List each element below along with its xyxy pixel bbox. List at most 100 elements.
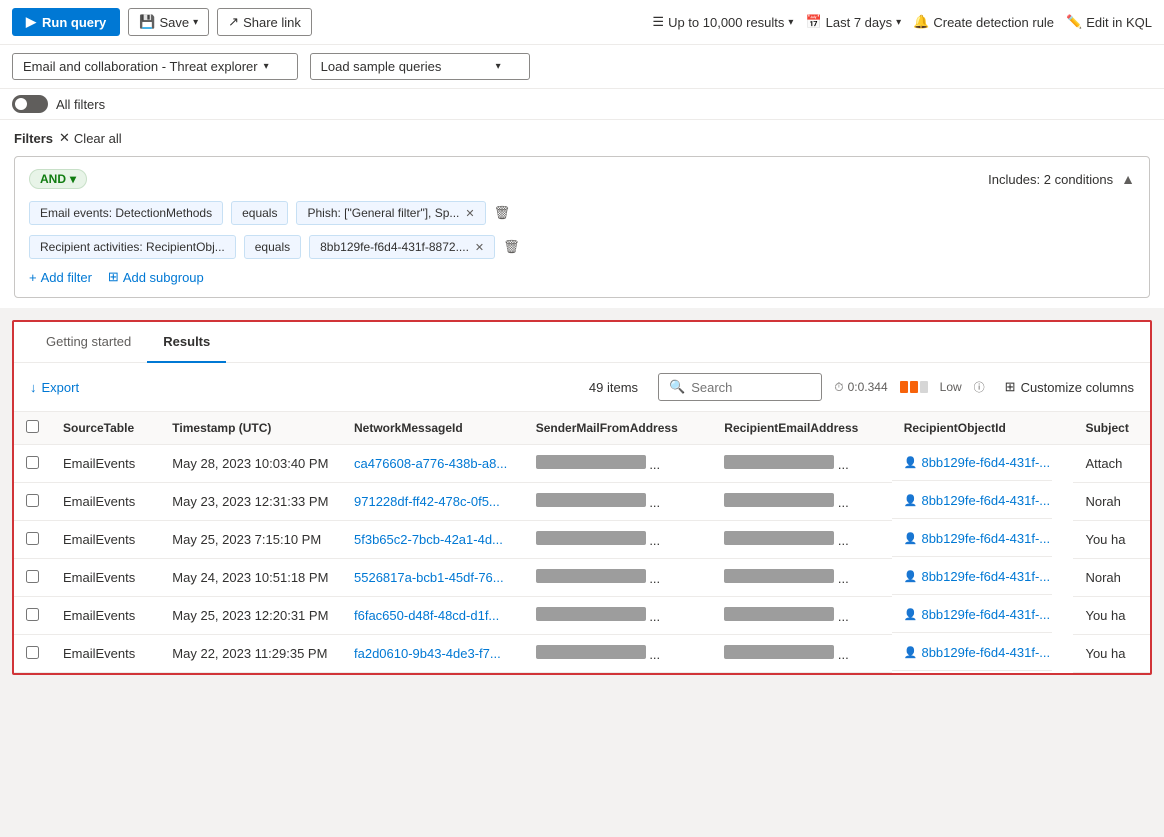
filter-value-2[interactable]: 8bb129fe-f6d4-431f-8872.... ✕ bbox=[309, 235, 495, 259]
cell-timestamp-5: May 22, 2023 11:29:35 PM bbox=[160, 635, 342, 673]
cell-recipient-2: ... bbox=[712, 521, 891, 559]
row-checkbox-2[interactable] bbox=[26, 532, 39, 545]
table-header-row: SourceTable Timestamp (UTC) NetworkMessa… bbox=[14, 412, 1150, 445]
row-checkbox-3[interactable] bbox=[26, 570, 39, 583]
add-subgroup-button[interactable]: ⊞ Add subgroup bbox=[108, 269, 204, 285]
col-recipient-obj: RecipientObjectId bbox=[892, 412, 1074, 445]
tab-results[interactable]: Results bbox=[147, 322, 226, 363]
clear-all-button[interactable]: ✕ Clear all bbox=[59, 130, 122, 146]
add-filter-label: Add filter bbox=[41, 270, 92, 285]
cell-sender-1: ... bbox=[524, 483, 713, 521]
cell-sender-4: ... bbox=[524, 597, 713, 635]
date-range-selector[interactable]: 📅 Last 7 days ▾ bbox=[805, 14, 901, 30]
add-filter-button[interactable]: + Add filter bbox=[29, 270, 92, 285]
filter-field-1[interactable]: Email events: DetectionMethods bbox=[29, 201, 223, 225]
close-icon: ✕ bbox=[59, 130, 70, 146]
filter-group: AND ▾ Includes: 2 conditions ▲ Email eve… bbox=[14, 156, 1150, 298]
run-query-label: Run query bbox=[42, 15, 106, 30]
filter-value-remove-2[interactable]: ✕ bbox=[475, 241, 484, 254]
cell-recipient-obj-1[interactable]: 👤 8bb129fe-f6d4-431f-... bbox=[892, 483, 1052, 519]
filter-value-1[interactable]: Phish: ["General filter"], Sp... ✕ bbox=[296, 201, 485, 225]
cell-recipient-0: ... bbox=[712, 445, 891, 483]
cell-recipient-obj-5[interactable]: 👤 8bb129fe-f6d4-431f-... bbox=[892, 635, 1052, 671]
filter-delete-1[interactable]: 🗑 bbox=[494, 205, 511, 221]
search-box[interactable]: 🔍 bbox=[658, 373, 822, 401]
table-row: EmailEvents May 24, 2023 10:51:18 PM 552… bbox=[14, 559, 1150, 597]
row-checkbox-4[interactable] bbox=[26, 608, 39, 621]
cell-recipient-obj-3[interactable]: 👤 8bb129fe-f6d4-431f-... bbox=[892, 559, 1052, 595]
toggle-knob bbox=[15, 98, 27, 110]
cell-network-id-4[interactable]: f6fac650-d48f-48cd-d1f... bbox=[342, 597, 524, 635]
calendar-icon: 📅 bbox=[805, 14, 821, 30]
cell-network-id-5[interactable]: fa2d0610-9b43-4de3-f7... bbox=[342, 635, 524, 673]
col-timestamp: Timestamp (UTC) bbox=[160, 412, 342, 445]
filter-field-2[interactable]: Recipient activities: RecipientObj... bbox=[29, 235, 236, 259]
clock-icon: ⏱ bbox=[834, 380, 843, 395]
source-dropdown[interactable]: Email and collaboration - Threat explore… bbox=[12, 53, 298, 80]
export-button[interactable]: ↓ Export bbox=[30, 380, 79, 395]
date-range-label: Last 7 days bbox=[826, 15, 893, 30]
col-network-message-id: NetworkMessageId bbox=[342, 412, 524, 445]
col-source-table: SourceTable bbox=[51, 412, 160, 445]
cell-subject-5: You ha bbox=[1073, 635, 1150, 673]
results-limit-chevron-icon: ▾ bbox=[788, 17, 793, 28]
cell-recipient-3: ... bbox=[712, 559, 891, 597]
save-label: Save bbox=[159, 15, 189, 30]
save-button[interactable]: 💾 Save ▾ bbox=[128, 8, 209, 36]
filter-row-1: Email events: DetectionMethods equals Ph… bbox=[29, 201, 1135, 225]
cell-network-id-2[interactable]: 5f3b65c2-7bcb-42a1-4d... bbox=[342, 521, 524, 559]
list-icon: ☰ bbox=[652, 14, 664, 30]
cell-network-id-3[interactable]: 5526817a-bcb1-45df-76... bbox=[342, 559, 524, 597]
all-filters-toggle[interactable] bbox=[12, 95, 48, 113]
items-count: 49 items bbox=[589, 380, 638, 395]
source-dropdown-chevron-icon: ▾ bbox=[264, 61, 269, 72]
cell-subject-2: You ha bbox=[1073, 521, 1150, 559]
cell-sender-0: ... bbox=[524, 445, 713, 483]
collapse-filter-group-button[interactable]: ▲ bbox=[1121, 171, 1135, 187]
cell-network-id-0[interactable]: ca476608-a776-438b-a8... bbox=[342, 445, 524, 483]
tab-getting-started[interactable]: Getting started bbox=[30, 322, 147, 363]
search-input[interactable] bbox=[691, 380, 811, 395]
cell-recipient-obj-4[interactable]: 👤 8bb129fe-f6d4-431f-... bbox=[892, 597, 1052, 633]
row-checkbox-5[interactable] bbox=[26, 646, 39, 659]
search-icon: 🔍 bbox=[669, 379, 685, 395]
results-limit-selector[interactable]: ☰ Up to 10,000 results ▾ bbox=[652, 14, 793, 30]
cell-sender-2: ... bbox=[524, 521, 713, 559]
sample-queries-chevron-icon: ▾ bbox=[496, 61, 501, 72]
filter-delete-2[interactable]: 🗑 bbox=[503, 239, 520, 255]
row-checkbox-0[interactable] bbox=[26, 456, 39, 469]
cell-subject-4: You ha bbox=[1073, 597, 1150, 635]
share-link-button[interactable]: ↗ Share link bbox=[217, 8, 312, 36]
and-badge[interactable]: AND ▾ bbox=[29, 169, 87, 189]
source-dropdown-label: Email and collaboration - Threat explore… bbox=[23, 59, 258, 74]
sample-queries-dropdown[interactable]: Load sample queries ▾ bbox=[310, 53, 530, 80]
add-icon: + bbox=[29, 270, 37, 285]
filter-operator-1[interactable]: equals bbox=[231, 201, 288, 225]
cell-network-id-1[interactable]: 971228df-ff42-478c-0f5... bbox=[342, 483, 524, 521]
filter-value-remove-1[interactable]: ✕ bbox=[465, 207, 474, 220]
perf-bars bbox=[900, 381, 928, 393]
cell-source-3: EmailEvents bbox=[51, 559, 160, 597]
cell-recipient-obj-0[interactable]: 👤 8bb129fe-f6d4-431f-... bbox=[892, 445, 1052, 481]
cell-recipient-obj-2[interactable]: 👤 8bb129fe-f6d4-431f-... bbox=[892, 521, 1052, 557]
table-row: EmailEvents May 25, 2023 7:15:10 PM 5f3b… bbox=[14, 521, 1150, 559]
select-all-checkbox[interactable] bbox=[26, 420, 39, 433]
cell-timestamp-4: May 25, 2023 12:20:31 PM bbox=[160, 597, 342, 635]
edit-kql-button[interactable]: ✏️ Edit in KQL bbox=[1066, 14, 1152, 30]
cell-subject-3: Norah bbox=[1073, 559, 1150, 597]
cell-timestamp-0: May 28, 2023 10:03:40 PM bbox=[160, 445, 342, 483]
user-icon: 👤 bbox=[904, 532, 918, 545]
run-query-button[interactable]: ▶ Run query bbox=[12, 8, 120, 36]
time-badge: ⏱ 0:0.344 bbox=[834, 380, 887, 395]
filter-operator-2[interactable]: equals bbox=[244, 235, 301, 259]
customize-columns-button[interactable]: ⊞ Customize columns bbox=[1005, 379, 1134, 395]
cell-subject-0: Attach bbox=[1073, 445, 1150, 483]
cell-timestamp-2: May 25, 2023 7:15:10 PM bbox=[160, 521, 342, 559]
clear-all-label: Clear all bbox=[74, 131, 122, 146]
table-row: EmailEvents May 28, 2023 10:03:40 PM ca4… bbox=[14, 445, 1150, 483]
perf-info-icon[interactable]: ⓘ bbox=[974, 379, 985, 395]
row-checkbox-1[interactable] bbox=[26, 494, 39, 507]
cell-timestamp-3: May 24, 2023 10:51:18 PM bbox=[160, 559, 342, 597]
filter-row-2: Recipient activities: RecipientObj... eq… bbox=[29, 235, 1135, 259]
create-rule-button[interactable]: 🔔 Create detection rule bbox=[913, 14, 1054, 30]
